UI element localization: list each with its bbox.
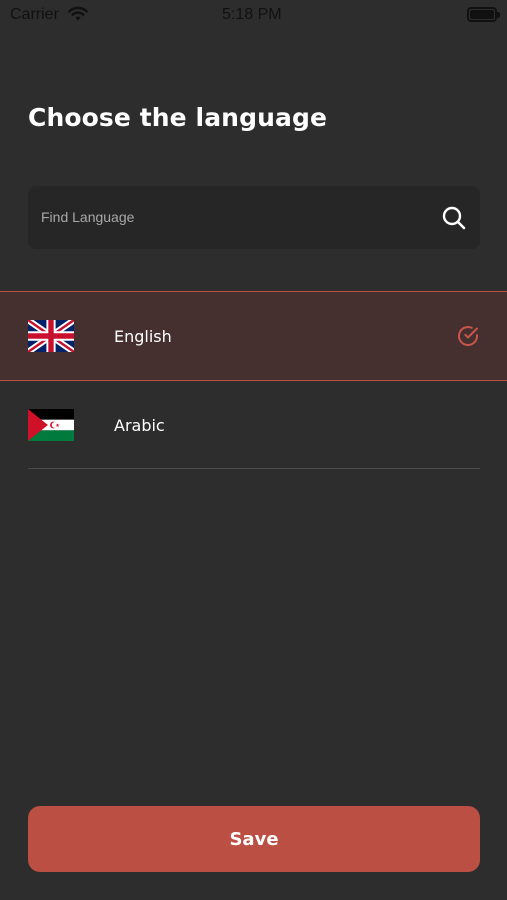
search-input[interactable]: Find Language: [41, 209, 134, 225]
language-label: English: [114, 327, 172, 346]
save-button[interactable]: Save: [28, 806, 480, 872]
uk-flag-icon: [28, 320, 74, 352]
status-bar: Carrier 5:18 PM: [0, 0, 507, 30]
status-time: 5:18 PM: [222, 6, 282, 23]
search-field[interactable]: Find Language: [28, 186, 480, 249]
language-screen: Carrier 5:18 PM Choose the language Find…: [0, 0, 507, 900]
language-option-english[interactable]: English: [0, 291, 507, 381]
arabic-flag-icon: [28, 409, 74, 441]
wifi-icon: [67, 6, 89, 27]
list-divider: [28, 468, 480, 469]
language-label: Arabic: [114, 416, 165, 435]
battery-icon: [467, 7, 500, 22]
carrier-label: Carrier: [10, 6, 59, 23]
check-circle-icon: [456, 324, 480, 348]
language-option-arabic[interactable]: Arabic: [0, 381, 507, 471]
page-title: Choose the language: [28, 103, 327, 132]
search-icon[interactable]: [441, 205, 467, 231]
